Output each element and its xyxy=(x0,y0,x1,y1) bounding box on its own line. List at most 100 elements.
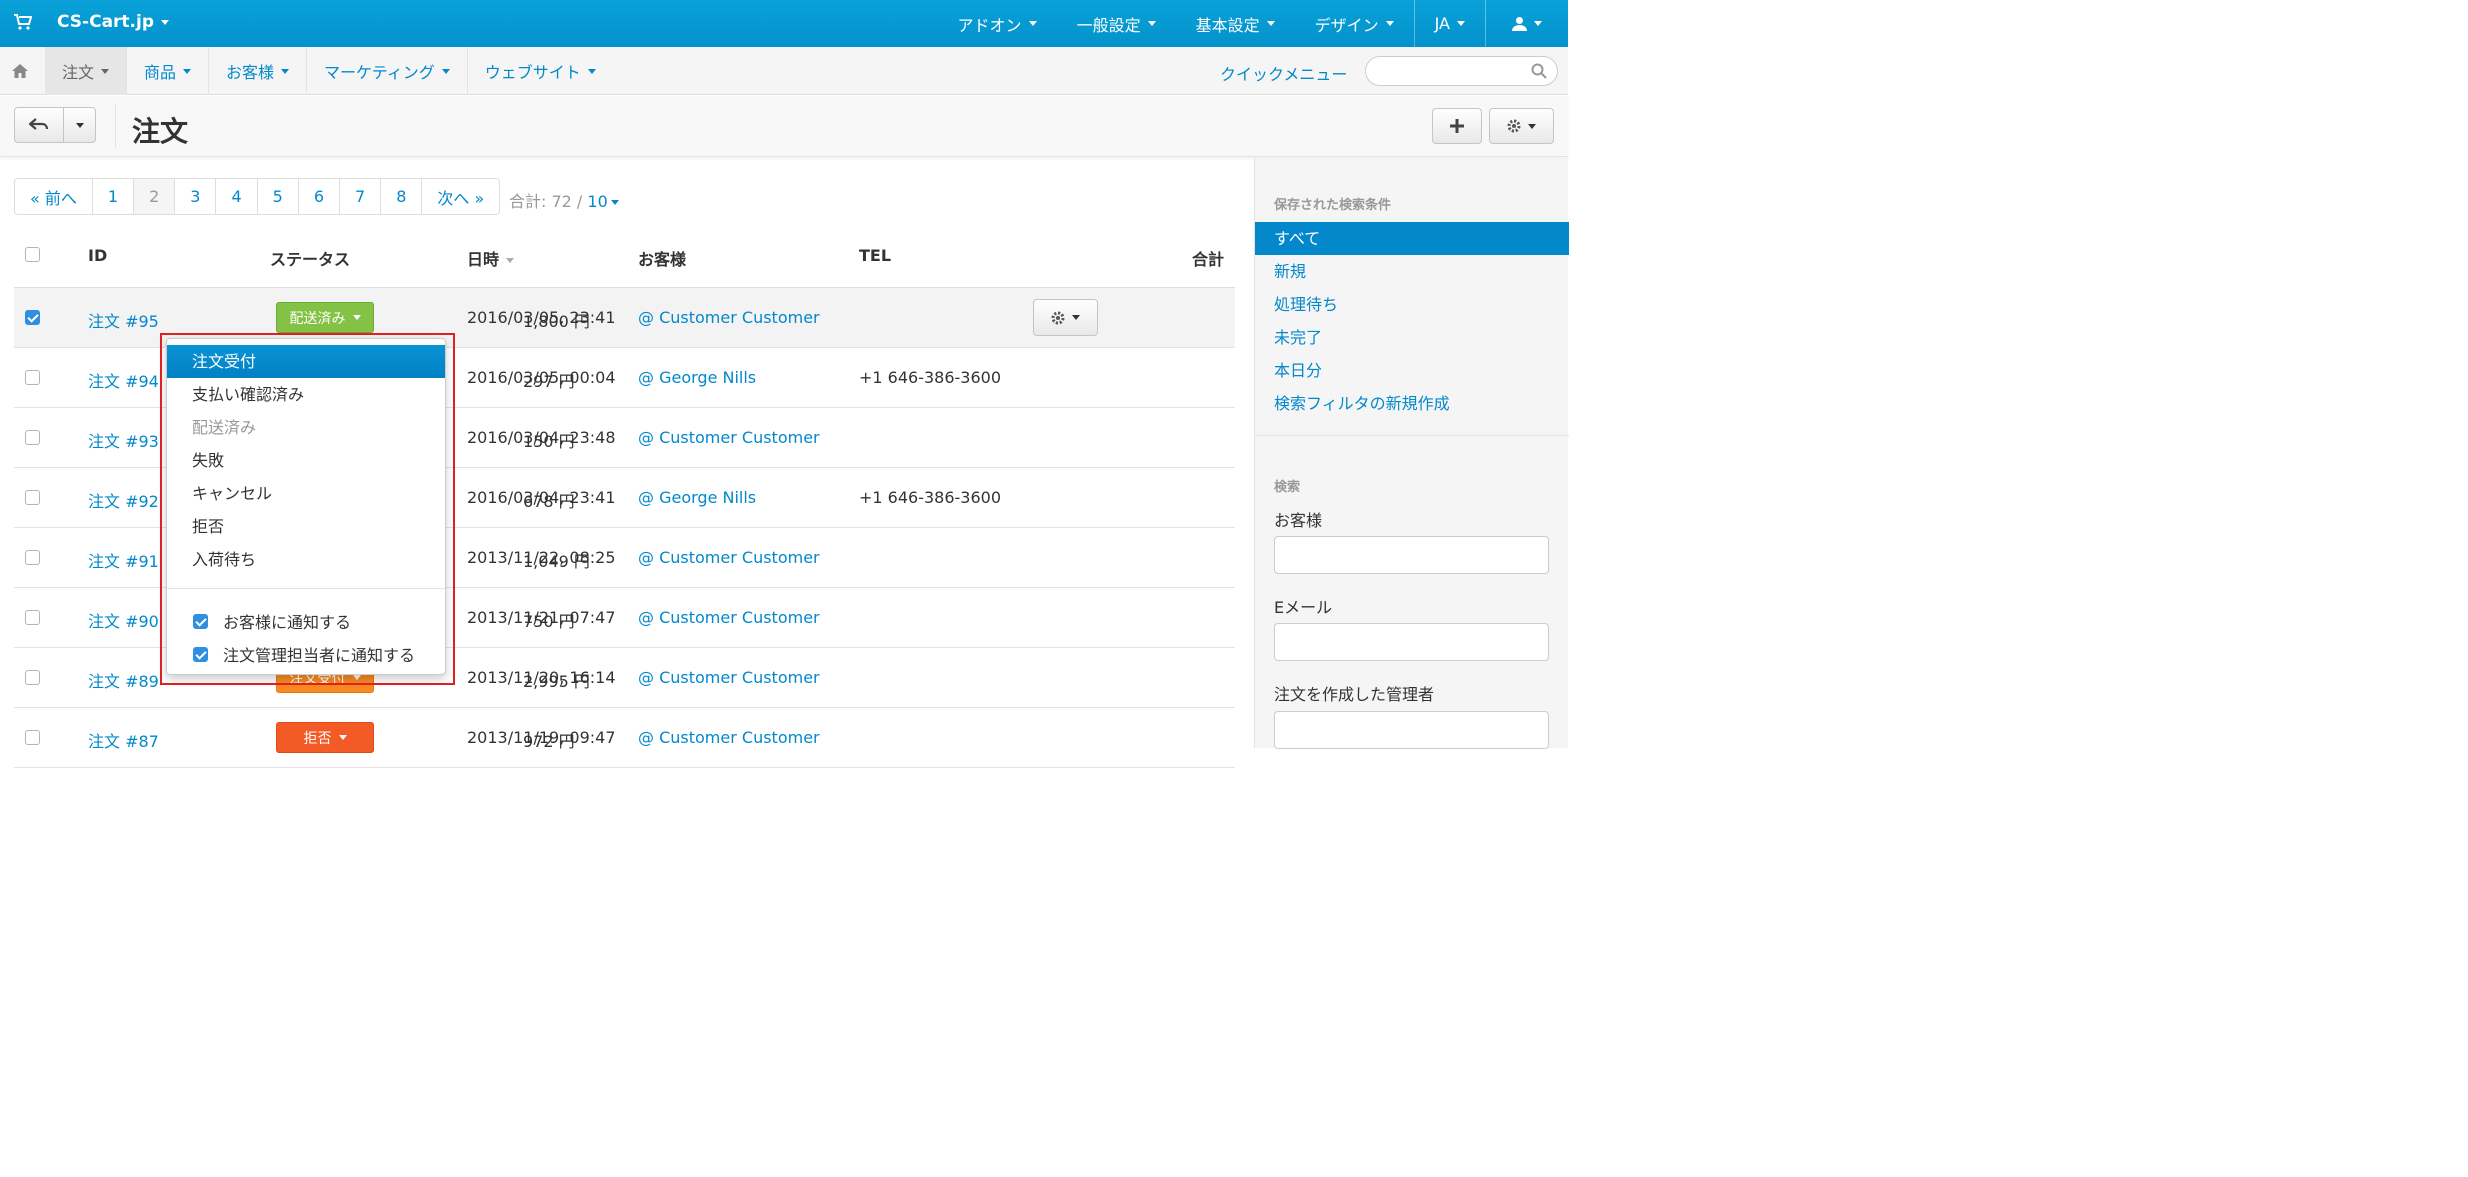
back-dropdown-button[interactable] xyxy=(63,107,96,143)
email-search-input[interactable] xyxy=(1274,623,1549,661)
customer-search-input[interactable] xyxy=(1274,536,1549,574)
nav-addons[interactable]: アドオン xyxy=(938,0,1057,47)
status-dropdown-button[interactable]: 配送済み xyxy=(276,302,374,333)
chevron-down-icon xyxy=(338,735,347,740)
divider xyxy=(115,104,116,148)
row-checkbox[interactable] xyxy=(25,730,40,745)
row-checkbox[interactable] xyxy=(25,370,40,385)
cart-icon[interactable] xyxy=(14,14,32,30)
order-link[interactable]: 注文 #91 xyxy=(88,548,159,572)
page-link[interactable]: 5 xyxy=(258,179,299,214)
nav-general-settings[interactable]: 一般設定 xyxy=(1057,0,1176,47)
row-checkbox[interactable] xyxy=(25,670,40,685)
page-link[interactable]: 7 xyxy=(340,179,382,214)
column-date-label: 日時 xyxy=(467,250,500,269)
menu-label: 商品 xyxy=(144,63,177,82)
user-menu[interactable] xyxy=(1486,0,1568,47)
row-checkbox[interactable] xyxy=(25,550,40,565)
row-checkbox[interactable] xyxy=(25,430,40,445)
admin-search-input[interactable] xyxy=(1274,711,1549,749)
order-link[interactable]: 注文 #93 xyxy=(88,428,159,452)
column-date[interactable]: 日時 xyxy=(467,246,515,270)
order-total: 678 円 xyxy=(523,492,575,511)
pagination: « 前へ 1 2 3 4 5 6 7 8 次へ » xyxy=(14,178,501,215)
store-name: CS-Cart.jp xyxy=(57,12,155,32)
total-count: 合計: 72 / 10 xyxy=(509,188,619,212)
order-link[interactable]: 注文 #95 xyxy=(88,308,159,332)
sort-down-icon xyxy=(506,258,515,263)
chevron-down-icon xyxy=(1528,123,1536,129)
menu-orders[interactable]: 注文 xyxy=(45,47,128,95)
order-total: 750 円 xyxy=(523,612,575,631)
nav-label: アドオン xyxy=(957,15,1022,35)
settings-dropdown-button[interactable] xyxy=(1489,108,1554,144)
chevron-down-icon xyxy=(1028,21,1037,26)
menu-marketing[interactable]: マーケティング xyxy=(307,47,468,95)
column-id[interactable]: ID xyxy=(88,246,107,265)
page-link[interactable]: 4 xyxy=(216,179,258,214)
next-page-link[interactable]: 次へ » xyxy=(422,179,499,214)
saved-search-pending[interactable]: 処理待ち xyxy=(1255,288,1569,321)
quick-menu-link[interactable]: クイックメニュー xyxy=(1220,61,1347,85)
saved-search-incomplete[interactable]: 未完了 xyxy=(1255,321,1569,354)
chevron-down-icon xyxy=(610,200,619,205)
chevron-down-icon xyxy=(161,19,170,25)
order-total: 2,995 円 xyxy=(523,672,590,691)
order-link[interactable]: 注文 #90 xyxy=(88,608,159,632)
select-all-checkbox[interactable] xyxy=(25,247,40,262)
row-checkbox[interactable] xyxy=(25,610,40,625)
column-customer[interactable]: お客様 xyxy=(638,246,686,270)
order-total: 150 円 xyxy=(523,432,575,451)
store-selector[interactable]: CS-Cart.jp xyxy=(57,12,170,32)
status-label: 配送済み xyxy=(289,310,346,327)
top-bar: CS-Cart.jp アドオン 一般設定 基本設定 デザイン JA xyxy=(0,0,1568,47)
order-link[interactable]: 注文 #94 xyxy=(88,368,159,392)
order-link[interactable]: 注文 #87 xyxy=(88,728,159,752)
language-selector[interactable]: JA xyxy=(1415,0,1485,47)
order-total: 1,800 円 xyxy=(523,312,590,331)
page-link[interactable]: 8 xyxy=(381,179,423,214)
row-checkbox[interactable] xyxy=(25,310,40,325)
back-button-group xyxy=(14,107,96,143)
customer-field-label: お客様 xyxy=(1274,511,1323,530)
create-search-filter-link[interactable]: 検索フィルタの新規作成 xyxy=(1255,387,1569,420)
add-order-button[interactable] xyxy=(1432,108,1482,144)
right-sidebar: 保存された検索条件 すべて 新規 処理待ち 未完了 本日分 検索フィルタの新規作… xyxy=(1254,158,1569,749)
menu-website[interactable]: ウェブサイト xyxy=(468,47,613,95)
chevron-down-icon xyxy=(587,68,596,74)
saved-search-all[interactable]: すべて xyxy=(1255,222,1569,255)
prev-page-link[interactable]: « 前へ xyxy=(15,179,93,214)
page-link[interactable]: 6 xyxy=(299,179,341,214)
menu-products[interactable]: 商品 xyxy=(127,47,210,95)
per-page-selector[interactable]: 10 xyxy=(587,192,619,211)
chevron-down-icon xyxy=(1534,21,1542,26)
email-field-label: Eメール xyxy=(1274,598,1333,617)
saved-search-today[interactable]: 本日分 xyxy=(1255,354,1569,387)
page-link[interactable]: 3 xyxy=(175,179,217,214)
status-label: 拒否 xyxy=(303,730,332,747)
order-link[interactable]: 注文 #92 xyxy=(88,488,159,512)
back-button[interactable] xyxy=(14,107,64,143)
saved-searches-list: すべて 新規 処理待ち 未完了 本日分 検索フィルタの新規作成 xyxy=(1255,222,1569,420)
column-status[interactable]: ステータス xyxy=(270,246,350,270)
search-input[interactable] xyxy=(1365,56,1558,86)
order-link[interactable]: 注文 #89 xyxy=(88,668,159,692)
nav-label: 一般設定 xyxy=(1076,15,1141,35)
menu-customers[interactable]: お客様 xyxy=(209,47,308,95)
page-link[interactable]: 1 xyxy=(93,179,135,214)
user-icon xyxy=(1512,17,1527,31)
column-tel[interactable]: TEL xyxy=(859,246,891,265)
table-row[interactable]: 注文 #87 拒否 2013/11/19, 09:47 @ Customer C… xyxy=(14,708,1235,768)
nav-design[interactable]: デザイン xyxy=(1295,0,1414,47)
saved-search-new[interactable]: 新規 xyxy=(1255,255,1569,288)
total-label: 合計: 72 / xyxy=(509,192,583,211)
plus-icon xyxy=(1450,119,1464,133)
main-menu: 注文 商品 お客様 マーケティング ウェブサイト xyxy=(45,47,613,95)
nav-basic-settings[interactable]: 基本設定 xyxy=(1176,0,1295,47)
column-total[interactable]: 合計 xyxy=(1192,246,1224,270)
current-page: 2 xyxy=(134,179,176,214)
status-dropdown-button[interactable]: 拒否 xyxy=(276,722,374,753)
gear-icon xyxy=(1507,119,1521,133)
home-button[interactable] xyxy=(0,47,40,95)
row-checkbox[interactable] xyxy=(25,490,40,505)
